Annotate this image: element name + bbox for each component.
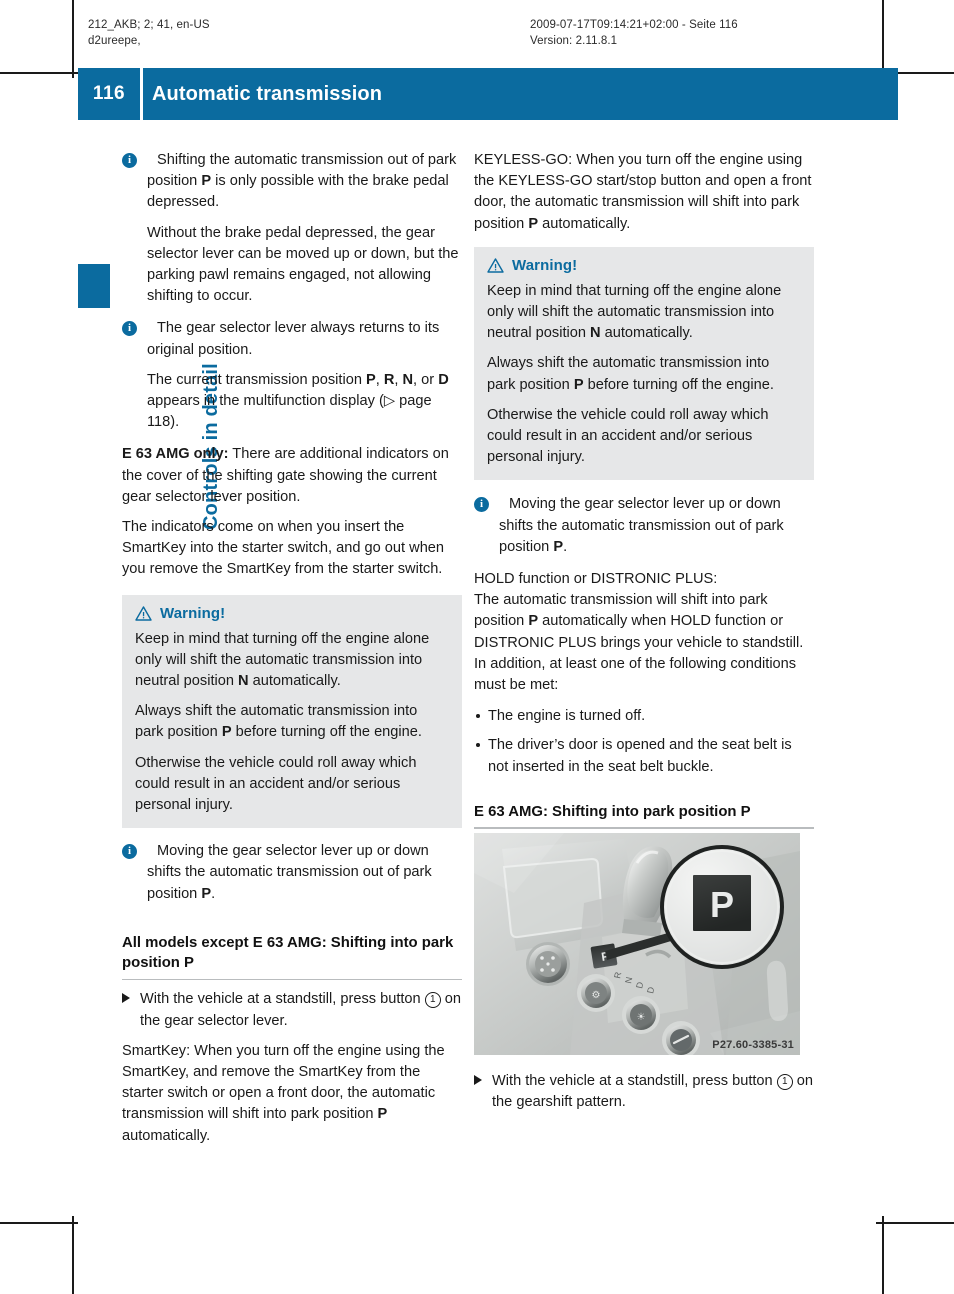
paragraph-smartkey: SmartKey: When you turn off the engine u… [122, 1042, 445, 1144]
print-slug-left: 212_AKB; 2; 41, en-US d2ureepe, [88, 19, 210, 47]
subheading-rule [122, 978, 462, 981]
left-column: i Shifting the automatic transmission ou… [122, 150, 462, 1156]
condition-text: The engine is turned off. [488, 708, 646, 725]
circled-number-1: 1 [424, 992, 441, 1009]
figure-image-code: P27.60-3385-31 [712, 1038, 794, 1051]
crop-mark-top-left-v [72, 0, 74, 78]
bullet-dot-icon [476, 714, 480, 719]
crop-mark-bottom-left-h [0, 1222, 78, 1224]
warning-left-paragraph-2: Always shift the automatic transmission … [135, 703, 422, 741]
warning-box-right: Warning! Keep in mind that turning off t… [474, 246, 814, 481]
warning-header: Warning! [135, 605, 449, 622]
paragraph-hold-distronic: HOLD function or DISTRONIC PLUS: The aut… [474, 571, 804, 694]
warning-title: Warning! [512, 256, 578, 274]
note-2-paragraph-2: The current transmission position P, R, … [147, 371, 449, 431]
condition-text: The driver’s door is opened and the seat… [488, 737, 792, 775]
warning-right-paragraph-2: Always shift the automatic transmission … [487, 355, 774, 393]
right-column: KEYLESS-GO: When you turn off the engine… [474, 150, 814, 1122]
warning-left-paragraph-3: Otherwise the vehicle could roll away wh… [135, 754, 417, 814]
crop-mark-bottom-right-v [882, 1216, 884, 1294]
step-item-right: With the vehicle at a standstill, press … [474, 1071, 814, 1113]
bullet-dot-icon [476, 743, 480, 748]
subheading-rule [474, 827, 814, 829]
note-3-paragraph-1: Moving the gear selector lever up or dow… [147, 843, 432, 902]
svg-text:☀: ☀ [637, 1012, 646, 1023]
note-block-1: i Shifting the automatic transmission ou… [122, 150, 462, 307]
gear-selector-console-photo: P R N D D ⚙ ☀ P [474, 832, 800, 1055]
step-item-left: With the vehicle at a standstill, press … [122, 989, 462, 1031]
warning-box-left: Warning! Keep in mind that turning off t… [122, 594, 462, 829]
subheading-all-models: All models except E 63 AMG: Shifting int… [122, 934, 454, 972]
crop-mark-bottom-right-h [876, 1222, 954, 1224]
warning-header: Warning! [487, 257, 801, 274]
header-divider [140, 68, 143, 120]
paragraph-amg-only: E 63 AMG only: There are additional indi… [122, 444, 462, 508]
figure-gear-selector-console: P R N D D ⚙ ☀ P P27.60-3385-31 [474, 832, 800, 1055]
info-icon: i [474, 497, 489, 513]
step-text-before: With the vehicle at a standstill, press … [492, 1072, 777, 1089]
page-title: Automatic transmission [152, 82, 383, 105]
note-2-paragraph-1: The gear selector lever always returns t… [147, 320, 440, 358]
crop-mark-top-left-h [0, 72, 78, 74]
crop-mark-bottom-left-v [72, 1216, 74, 1294]
info-icon: i [122, 321, 137, 337]
subheading-e63-amg: E 63 AMG: Shifting into park position P [474, 803, 751, 820]
note-right-1-paragraph-1: Moving the gear selector lever up or dow… [499, 496, 784, 555]
page-number: 116 [92, 83, 126, 104]
note-block-right-1: i Moving the gear selector lever up or d… [474, 494, 814, 558]
note-block-2: i The gear selector lever always returns… [122, 318, 462, 433]
warning-right-paragraph-3: Otherwise the vehicle could roll away wh… [487, 406, 769, 466]
warning-left-paragraph-1: Keep in mind that turning off the engine… [135, 630, 430, 690]
crop-mark-top-right-v [882, 0, 884, 78]
print-slug-right: 2009-07-17T09:14:21+02:00 - Seite 116 Ve… [530, 19, 738, 47]
arrow-bullet-icon [474, 1074, 482, 1085]
step-text-before: With the vehicle at a standstill, press … [140, 991, 425, 1008]
info-icon: i [122, 153, 137, 168]
warning-title: Warning! [160, 604, 226, 622]
note-1-paragraph-2: Without the brake pedal depressed, the g… [147, 224, 459, 305]
info-icon: i [122, 844, 137, 860]
warning-right-paragraph-1: Keep in mind that turning off the engine… [487, 282, 782, 342]
amg-only-lead: E 63 AMG only: [122, 446, 229, 463]
svg-text:⚙: ⚙ [592, 990, 601, 1001]
note-block-3: i Moving the gear selector lever up or d… [122, 841, 462, 905]
circled-number-1: 1 [776, 1073, 793, 1090]
paragraph-keyless-go: KEYLESS-GO: When you turn off the engine… [474, 152, 812, 232]
warning-triangle-icon [487, 258, 504, 273]
arrow-bullet-icon [122, 993, 130, 1004]
condition-item: The engine is turned off. [474, 706, 814, 727]
paragraph-indicators: The indicators come on when you insert t… [122, 519, 445, 578]
svg-text:P: P [710, 884, 734, 925]
note-1-paragraph-1: Shifting the automatic transmission out … [147, 152, 457, 211]
condition-item: The driver’s door is opened and the seat… [474, 735, 814, 777]
warning-triangle-icon [135, 605, 152, 621]
chapter-tab-marker [78, 264, 110, 308]
